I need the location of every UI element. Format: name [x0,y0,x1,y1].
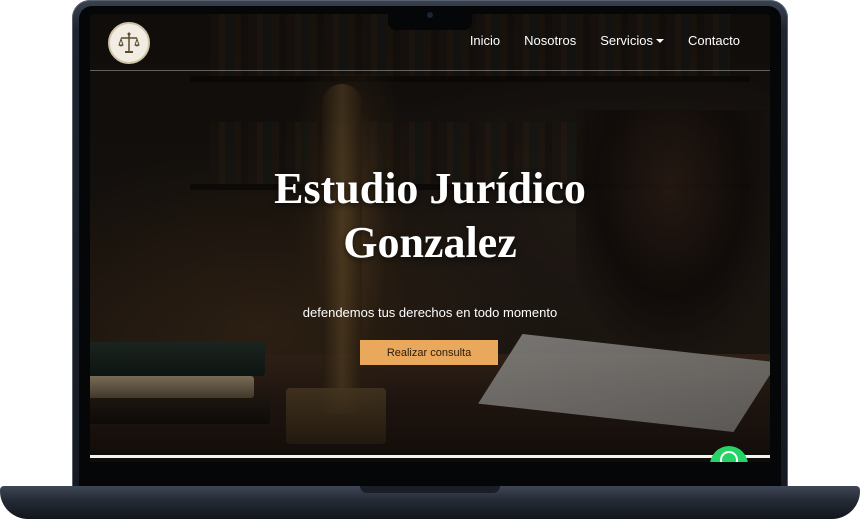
scales-of-justice-icon [118,32,140,53]
hero-title-line2: Gonzalez [343,218,517,267]
nav-link-servicios[interactable]: Servicios [600,33,664,48]
section-divider [90,455,770,458]
nav-link-inicio[interactable]: Inicio [470,33,500,48]
laptop-notch [388,6,472,30]
hero-title-line1: Estudio Jurídico [274,164,586,213]
laptop-hinge [360,486,500,493]
hero-subtitle: defendemos tus derechos en todo momento [302,305,558,320]
hero-section: Estudio Jurídico Gonzalez defendemos tus… [90,14,770,462]
nav-link-nosotros[interactable]: Nosotros [524,33,576,48]
nav-link-contacto[interactable]: Contacto [688,33,740,48]
nav-links: Inicio Nosotros Servicios Contacto [470,33,740,48]
nav-link-label: Contacto [687,33,740,48]
website-screen: Inicio Nosotros Servicios Contacto Estud… [90,14,770,462]
logo[interactable] [108,22,150,64]
hero-title: Estudio Jurídico Gonzalez [180,162,680,270]
nav-link-label: Inicio [469,33,501,48]
whatsapp-icon [720,451,738,462]
nav-link-label: Servicios [600,33,653,48]
nav-link-label: Nosotros [524,33,577,48]
realizar-consulta-button[interactable]: Realizar consulta [360,340,498,365]
camera-icon [427,12,433,18]
chevron-down-icon [655,39,664,43]
